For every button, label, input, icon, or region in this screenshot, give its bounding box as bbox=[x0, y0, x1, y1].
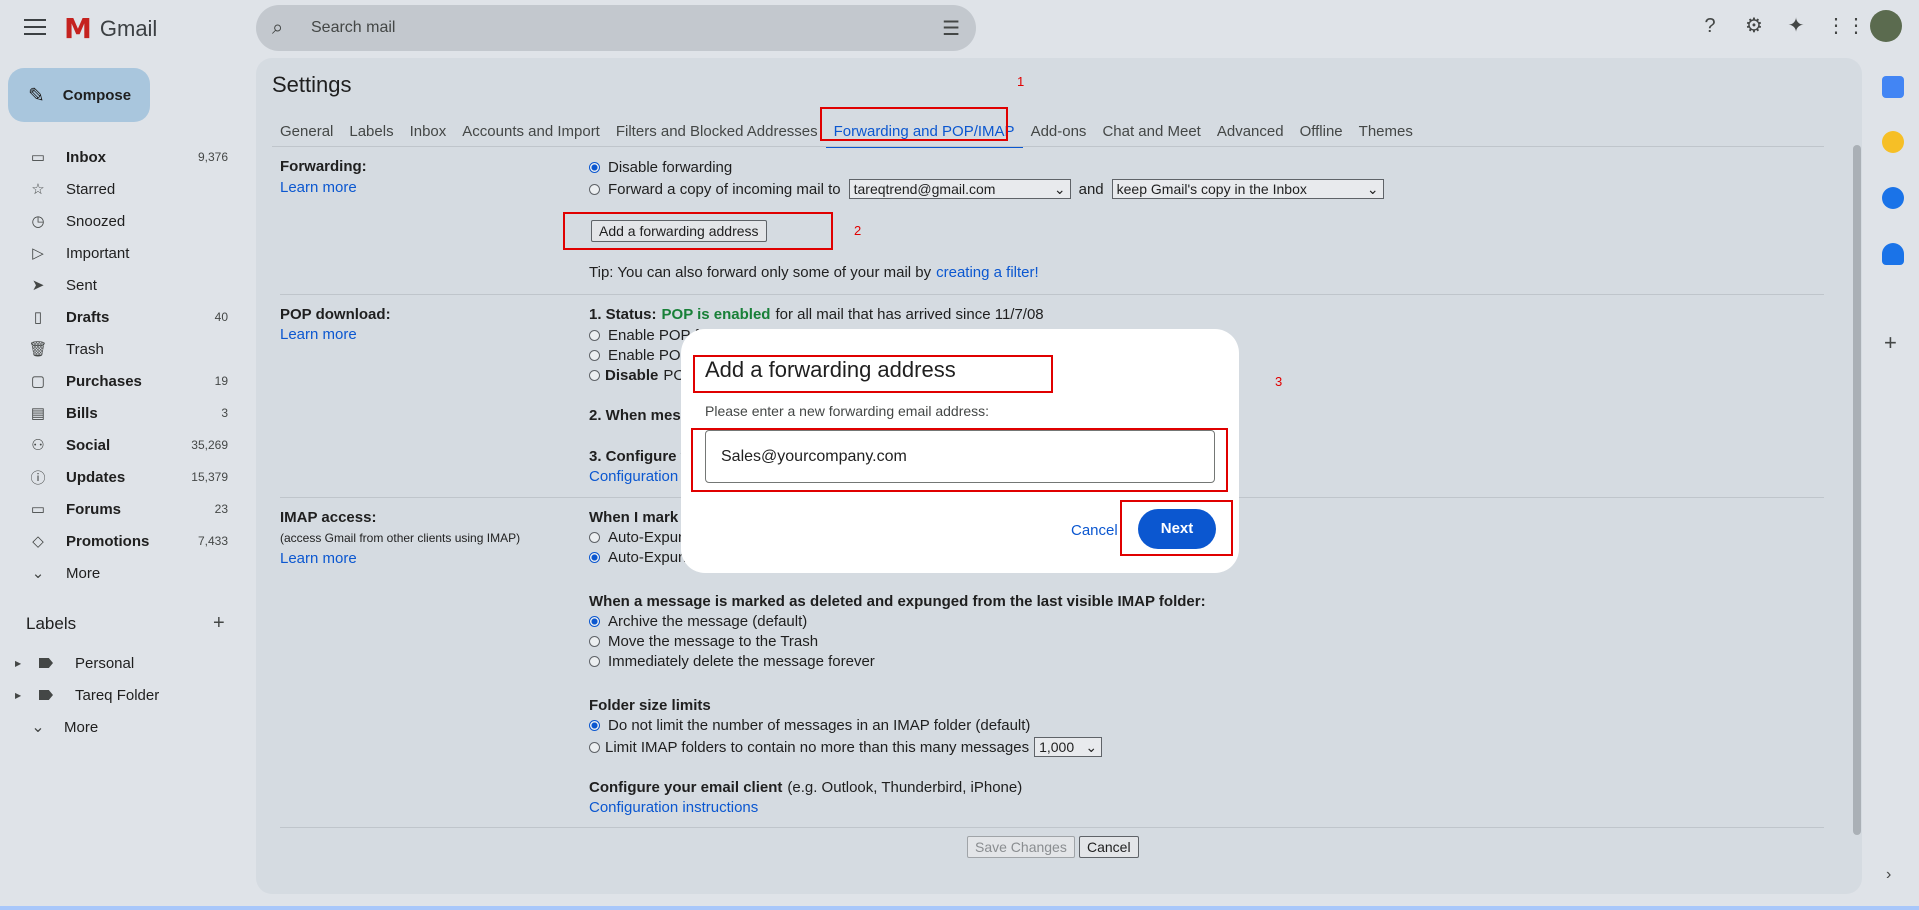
annotation-box-next bbox=[1120, 500, 1233, 556]
annotation-box-title bbox=[693, 355, 1053, 393]
annotation-number-3: 3 bbox=[1275, 374, 1283, 389]
dialog-subtitle: Please enter a new forwarding email addr… bbox=[705, 403, 990, 419]
dialog-cancel-button[interactable]: Cancel bbox=[1071, 522, 1118, 539]
annotation-box-input bbox=[691, 428, 1228, 492]
